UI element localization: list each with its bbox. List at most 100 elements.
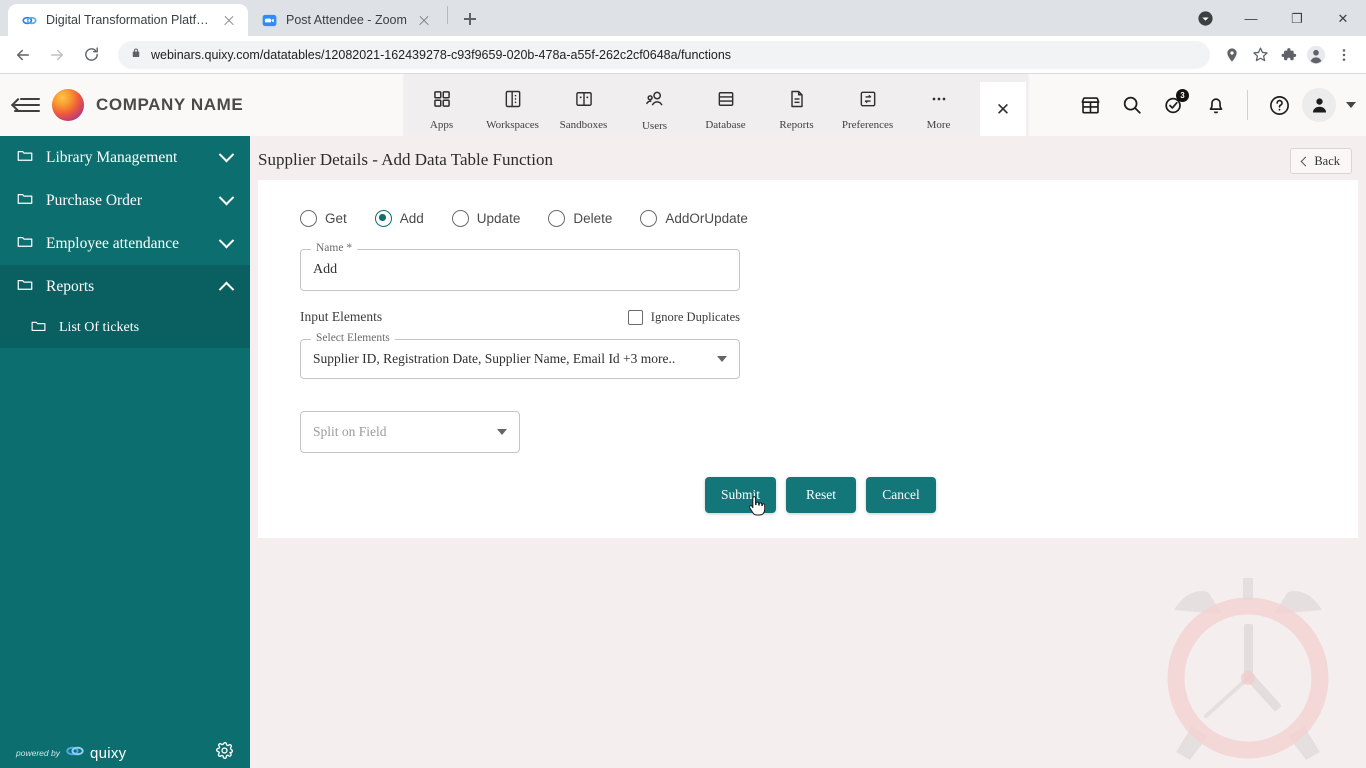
tasks-check-icon[interactable]: 3 (1155, 86, 1193, 124)
sidebar-item-reports[interactable]: Reports (0, 265, 250, 308)
users-icon (644, 89, 665, 115)
nav-item-sandboxes[interactable]: Sandboxes (548, 79, 619, 141)
chrome-update-indicator-icon[interactable] (1182, 0, 1228, 36)
close-icon: ✕ (995, 100, 1011, 119)
radio-option-update[interactable]: Update (451, 210, 520, 227)
nav-item-label: More (926, 119, 951, 131)
nav-item-label: Users (641, 119, 668, 132)
folder-icon (16, 275, 34, 298)
sidebar-item-purchase-order[interactable]: Purchase Order (0, 179, 250, 222)
maximize-icon: ❐ (1291, 10, 1303, 26)
location-pin-icon[interactable] (1218, 41, 1246, 69)
minimize-icon: — (1244, 10, 1258, 26)
ignore-duplicates-checkbox[interactable]: Ignore Duplicates (627, 309, 740, 325)
nav-item-database[interactable]: Database (690, 79, 761, 141)
reset-button[interactable]: Reset (786, 477, 857, 513)
sidebar-item-label: Employee attendance (46, 234, 179, 252)
radio-circle-icon (451, 210, 469, 227)
name-field-legend: Name * (311, 242, 358, 254)
radio-option-delete[interactable]: Delete (548, 210, 612, 227)
chevron-down-icon[interactable] (218, 146, 235, 163)
name-field[interactable]: Name * Add (300, 242, 740, 291)
sidebar-item-label: Purchase Order (46, 191, 142, 209)
radio-option-addorupdate[interactable]: AddOrUpdate (640, 210, 748, 227)
browser-tab-0[interactable]: Digital Transformation Platform (8, 4, 248, 36)
reset-button-label: Reset (806, 487, 837, 502)
nav-item-label: Workspaces (486, 119, 539, 131)
nav-item-label: Preferences (841, 119, 894, 131)
chevron-left-icon (1300, 156, 1311, 166)
sidebar-item-library-management[interactable]: Library Management (0, 136, 250, 179)
mouse-cursor-pointer-icon (747, 495, 766, 517)
three-dot-menu-icon[interactable] (1330, 41, 1358, 69)
chevron-down-icon[interactable] (218, 232, 235, 249)
reload-button[interactable] (76, 40, 106, 70)
ignore-duplicates-label: Ignore Duplicates (650, 309, 740, 324)
checkbox-icon (627, 309, 643, 325)
app-header: COMPANY NAME Apps Workspaces Sandboxes U… (0, 74, 1366, 146)
gear-icon[interactable] (215, 741, 234, 765)
close-window-button[interactable]: ✕ (1320, 0, 1366, 36)
sidebar-item-list-of-tickets[interactable]: List Of tickets (0, 308, 250, 348)
help-icon[interactable] (1260, 86, 1298, 124)
radio-option-add[interactable]: Add (374, 210, 424, 227)
main-content: Supplier Details - Add Data Table Functi… (250, 136, 1366, 768)
forward-button[interactable] (42, 40, 72, 70)
sidebar-item-label: Reports (46, 277, 95, 295)
profile-avatar-icon[interactable] (1302, 41, 1330, 69)
radio-circle-selected-icon (374, 210, 392, 227)
select-elements-legend: Select Elements (311, 332, 395, 344)
extensions-puzzle-icon[interactable] (1274, 41, 1302, 69)
search-icon[interactable] (1113, 86, 1151, 124)
maximize-button[interactable]: ❐ (1274, 0, 1320, 36)
quixy-logo-icon (66, 744, 84, 762)
chevron-down-icon[interactable] (218, 189, 235, 206)
minimize-button[interactable]: — (1228, 0, 1274, 36)
select-elements-dropdown[interactable]: Select Elements Supplier ID, Registratio… (300, 332, 740, 379)
address-bar[interactable]: webinars.quixy.com/datatables/12082021-1… (118, 40, 1210, 69)
back-button[interactable] (8, 40, 38, 70)
form-actions: Submit Reset Cancel (258, 453, 1358, 516)
grid-apps-icon (432, 89, 452, 114)
browser-tab-title: Post Attendee - Zoom (286, 13, 407, 27)
radio-circle-icon (300, 210, 317, 227)
address-bar-url: webinars.quixy.com/datatables/12082021-1… (151, 47, 732, 62)
bookmark-star-icon[interactable] (1246, 41, 1274, 69)
nav-item-apps[interactable]: Apps (406, 79, 477, 141)
nav-item-label: Apps (429, 119, 454, 131)
more-dots-icon (929, 89, 949, 114)
nav-item-workspaces[interactable]: Workspaces (477, 79, 548, 141)
folder-icon (16, 189, 34, 212)
workspaces-icon (503, 89, 523, 114)
sidebar-footer: powered by quixy (0, 730, 250, 768)
input-elements-row: Input Elements Ignore Duplicates (300, 306, 740, 328)
notifications-bell-icon[interactable] (1197, 86, 1235, 124)
close-icon[interactable] (416, 12, 432, 28)
reports-document-icon (787, 89, 807, 114)
browser-tab-1[interactable]: Post Attendee - Zoom (248, 4, 443, 36)
avatar[interactable] (1302, 88, 1336, 122)
browser-tab-title: Digital Transformation Platform (46, 13, 212, 27)
chevron-down-icon[interactable] (1346, 102, 1356, 108)
new-tab-button[interactable] (456, 5, 484, 33)
browser-toolbar: webinars.quixy.com/datatables/12082021-1… (0, 36, 1366, 74)
hamburger-collapse-icon[interactable] (14, 96, 40, 114)
sidebar-item-employee-attendance[interactable]: Employee attendance (0, 222, 250, 265)
cancel-button[interactable]: Cancel (866, 477, 937, 513)
company-logo-icon (52, 89, 84, 121)
close-icon[interactable] (221, 12, 237, 28)
close-icon: ✕ (1337, 10, 1349, 26)
store-icon[interactable] (1071, 86, 1109, 124)
chevron-up-icon[interactable] (218, 281, 235, 298)
quixy-brand-label: quixy (89, 744, 127, 762)
back-button[interactable]: Back (1290, 148, 1352, 174)
nav-item-reports[interactable]: Reports (761, 79, 832, 141)
nav-item-preferences[interactable]: Preferences (832, 79, 903, 141)
radio-label: AddOrUpdate (665, 211, 748, 226)
close-nav-menu-button[interactable]: ✕ (980, 82, 1026, 138)
radio-option-get[interactable]: Get (300, 210, 347, 227)
submit-button[interactable]: Submit (705, 477, 777, 516)
nav-item-users[interactable]: Users (619, 79, 690, 141)
nav-item-more[interactable]: More (903, 79, 974, 141)
split-on-field-dropdown[interactable]: Split on Field (300, 411, 520, 453)
